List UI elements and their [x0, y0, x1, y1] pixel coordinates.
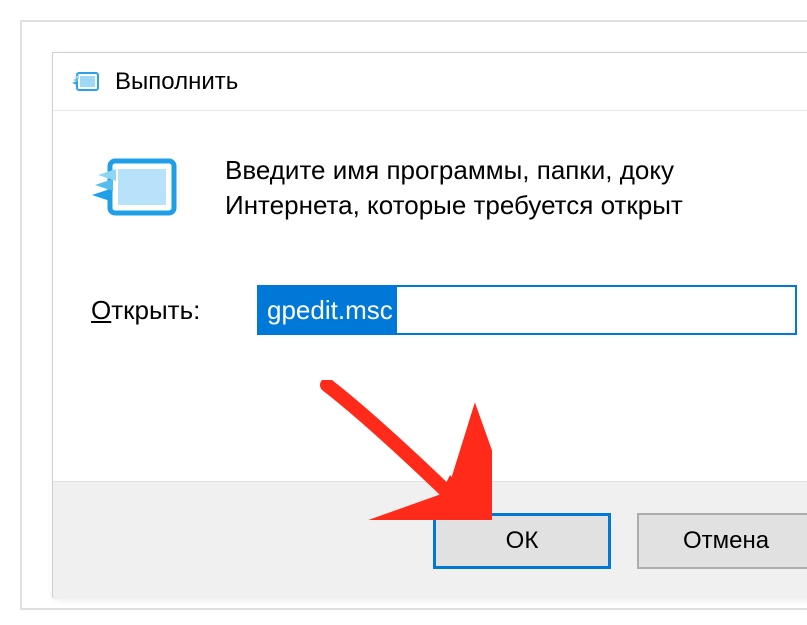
run-large-icon: [91, 151, 181, 231]
instruction-line-2: Интернета, которые требуется открыт: [225, 190, 683, 220]
button-bar: ОК Отмена: [53, 481, 807, 599]
dialog-content: Введите имя программы, папки, доку Интер…: [53, 111, 807, 481]
outer-frame: Выполнить Введите имя программы, папки, …: [20, 20, 807, 610]
dialog-title: Выполнить: [115, 68, 238, 96]
open-label: Открыть:: [91, 295, 213, 326]
input-selected-text: gpedit.msc: [259, 287, 397, 333]
instruction-text: Введите имя программы, папки, доку Интер…: [225, 151, 683, 223]
ok-button[interactable]: ОК: [433, 513, 611, 569]
titlebar: Выполнить: [53, 53, 807, 111]
instruction-line-1: Введите имя программы, папки, доку: [225, 155, 674, 185]
run-icon: [71, 70, 101, 94]
open-input-wrapper: gpedit.msc: [257, 285, 797, 335]
run-dialog: Выполнить Введите имя программы, папки, …: [52, 52, 807, 598]
cancel-button[interactable]: Отмена: [637, 513, 807, 569]
